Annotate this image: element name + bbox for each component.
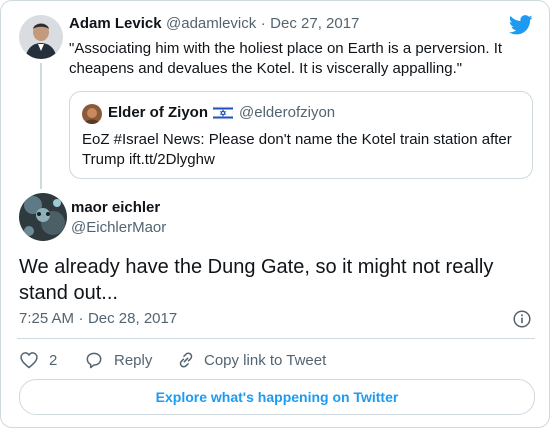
quoted-tweet-header: Elder of Ziyon @elderofziyon xyxy=(108,104,335,121)
actions-divider xyxy=(17,338,535,339)
tweet-time[interactable]: 7:25 AM xyxy=(19,310,74,327)
thread-connector-line xyxy=(40,63,42,189)
parent-tweet-header: Adam Levick @adamlevick · Dec 27, 2017 xyxy=(69,15,359,33)
quoted-author-handle: @elderofziyon xyxy=(239,104,336,121)
avatar-adam-levick[interactable] xyxy=(19,15,63,59)
link-icon[interactable] xyxy=(176,350,196,370)
quoted-tweet-text: EoZ #Israel News: Please don't name the … xyxy=(82,131,512,168)
explore-twitter-button[interactable]: Explore what's happening on Twitter xyxy=(19,379,535,415)
quoted-author-name: Elder of Ziyon xyxy=(108,104,209,121)
explore-button-label[interactable]: Explore what's happening on Twitter xyxy=(156,389,399,405)
parent-date-separator: · xyxy=(260,15,266,32)
avatar-elder-of-ziyon xyxy=(82,104,102,124)
main-tweet-text: We already have the Dung Gate, so it mig… xyxy=(19,256,494,304)
parent-author-handle[interactable]: @adamlevick xyxy=(166,15,256,32)
copy-link-label[interactable]: Copy link to Tweet xyxy=(204,352,326,369)
tweet-date[interactable]: Dec 28, 2017 xyxy=(88,310,177,327)
reply-action[interactable]: Reply xyxy=(84,350,152,370)
avatar-maor-eichler[interactable] xyxy=(19,193,67,241)
like-action[interactable]: 2 xyxy=(19,350,57,370)
quoted-tweet-card[interactable]: Elder of Ziyon @elderofziyon EoZ #Israel… xyxy=(69,91,533,179)
twitter-bird-icon[interactable] xyxy=(508,15,533,35)
copy-link-action[interactable]: Copy link to Tweet xyxy=(176,350,326,370)
parent-author-name[interactable]: Adam Levick xyxy=(69,15,162,32)
like-count: 2 xyxy=(49,351,58,369)
israel-flag-icon xyxy=(212,105,234,120)
timestamp-separator: · xyxy=(78,310,84,327)
parent-tweet-date[interactable]: Dec 27, 2017 xyxy=(270,15,359,32)
reply-label[interactable]: Reply xyxy=(114,352,152,369)
tweet-embed-card: Adam Levick @adamlevick · Dec 27, 2017 "… xyxy=(0,0,550,428)
parent-tweet-text: "Associating him with the holiest place … xyxy=(69,40,503,77)
reply-bubble-icon[interactable] xyxy=(84,350,104,370)
heart-icon[interactable] xyxy=(19,350,39,370)
main-author-name[interactable]: maor eichler xyxy=(71,199,160,216)
main-tweet-timestamp[interactable]: 7:25 AM · Dec 28, 2017 xyxy=(19,310,177,328)
main-author-handle[interactable]: @EichlerMaor xyxy=(71,219,166,236)
info-icon[interactable] xyxy=(513,310,531,328)
